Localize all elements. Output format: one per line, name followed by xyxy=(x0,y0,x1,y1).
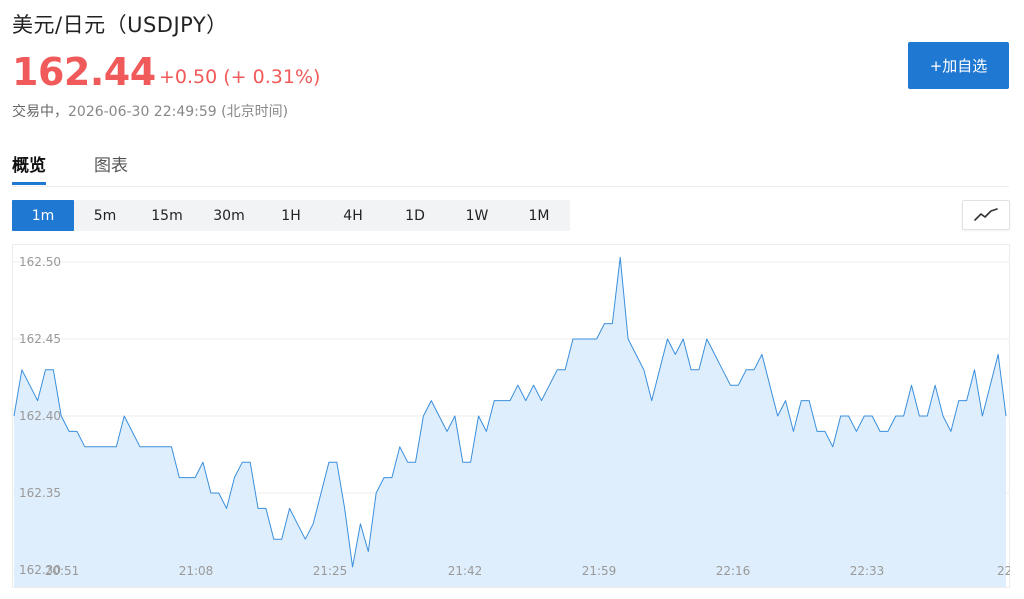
tab-bar: 概览 图表 xyxy=(12,149,1009,187)
line-chart-icon xyxy=(974,208,998,221)
page-title: 美元/日元（USDJPY） xyxy=(12,13,228,37)
price-change: +0.50 (+ 0.31%) xyxy=(159,66,321,88)
x-tick-label: 21:25 xyxy=(313,564,348,578)
status-label: 交易中， xyxy=(12,104,68,120)
period-1w[interactable]: 1W xyxy=(446,200,508,231)
x-tick-label: 22:33 xyxy=(850,564,885,578)
period-1h[interactable]: 1H xyxy=(260,200,322,231)
add-watchlist-button[interactable]: +加自选 xyxy=(908,42,1009,89)
x-tick-label: 22:16 xyxy=(716,564,751,578)
x-tick-label: 21:42 xyxy=(448,564,483,578)
y-tick-label: 162.35 xyxy=(19,486,61,500)
period-1d[interactable]: 1D xyxy=(384,200,446,231)
period-1mo[interactable]: 1M xyxy=(508,200,570,231)
price-chart: 162.50162.45162.40162.35162.3020:51 21:08… xyxy=(12,244,1010,588)
chart-type-button[interactable] xyxy=(962,200,1010,230)
period-1m[interactable]: 1m xyxy=(12,200,74,231)
x-tick-label: 21:59 xyxy=(582,564,617,578)
x-tick-label: 20:51 xyxy=(45,564,80,578)
tab-chart[interactable]: 图表 xyxy=(94,151,128,176)
tab-overview[interactable]: 概览 xyxy=(12,151,46,185)
status-time: 2026-06-30 22:49:59 (北京时间) xyxy=(68,104,289,120)
period-4h[interactable]: 4H xyxy=(322,200,384,231)
y-tick-label: 162.45 xyxy=(19,332,61,346)
y-tick-label: 162.50 xyxy=(19,255,61,269)
trading-status: 交易中，2026-06-30 22:49:59 (北京时间) xyxy=(12,101,288,121)
current-price: 162.44 xyxy=(12,50,156,94)
period-5m[interactable]: 5m xyxy=(74,200,136,231)
x-tick-label: 21:08 xyxy=(179,564,214,578)
y-tick-label: 162.40 xyxy=(19,409,61,423)
period-30m[interactable]: 30m xyxy=(198,200,260,231)
period-selector: 1m 5m 15m 30m 1H 4H 1D 1W 1M xyxy=(12,200,570,231)
period-15m[interactable]: 15m xyxy=(136,200,198,231)
x-tick-label: 22:5 xyxy=(997,564,1010,578)
series-area xyxy=(14,257,1006,587)
